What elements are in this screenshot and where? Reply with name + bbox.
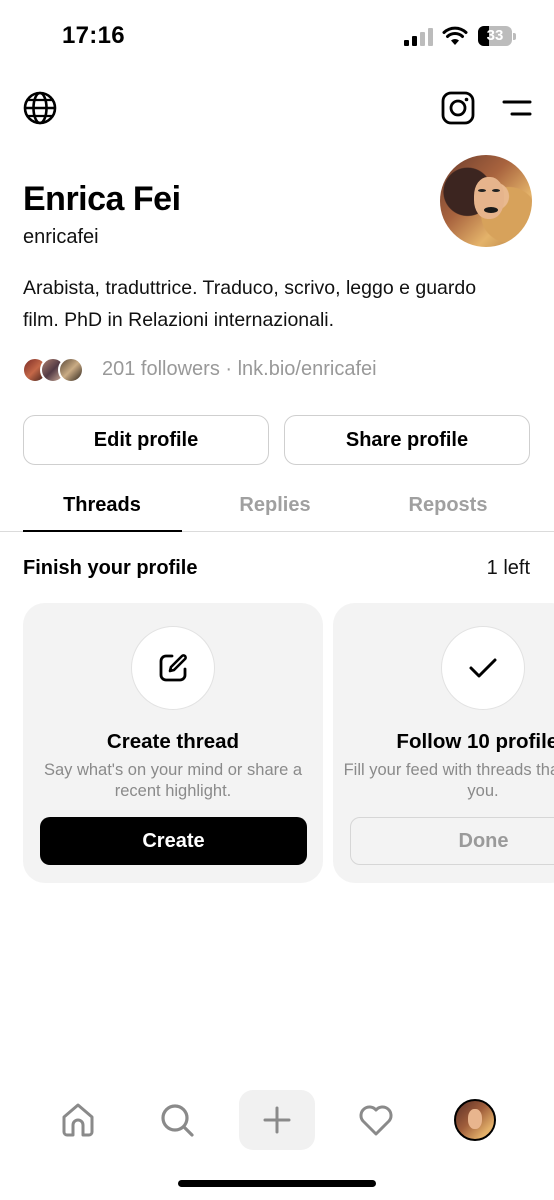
nav-activity[interactable] <box>346 1090 406 1150</box>
finish-profile-title: Finish your profile <box>23 557 198 579</box>
create-button[interactable]: Create <box>40 817 307 865</box>
heart-icon <box>359 1105 393 1136</box>
battery-icon: 33 <box>478 26 516 46</box>
globe-icon[interactable] <box>22 90 58 126</box>
plus-icon <box>263 1106 291 1134</box>
create-thread-card: Create thread Say what's on your mind or… <box>23 603 323 883</box>
tab-threads[interactable]: Threads <box>22 494 182 517</box>
profile-avatar[interactable] <box>440 155 532 247</box>
card-description: Say what's on your mind or share a recen… <box>43 761 303 800</box>
nav-profile[interactable] <box>445 1090 505 1150</box>
battery-level: 33 <box>486 27 504 44</box>
edit-profile-button[interactable]: Edit profile <box>23 415 269 465</box>
follow-profiles-card: Follow 10 profiles Fill your feed with t… <box>333 603 554 883</box>
tab-replies[interactable]: Replies <box>195 494 355 517</box>
nav-create[interactable] <box>239 1090 315 1150</box>
followers-text[interactable]: 201 followers · lnk.bio/enricafei <box>102 358 377 381</box>
nav-search[interactable] <box>147 1090 207 1150</box>
profile-bio: Arabista, traduttrice. Traduco, scrivo, … <box>23 277 477 331</box>
status-time: 17:16 <box>62 22 125 49</box>
finish-profile-count: 1 left <box>486 557 530 579</box>
profile-avatar <box>454 1099 496 1141</box>
follower-avatar <box>58 357 84 383</box>
compose-icon-circle <box>131 626 215 710</box>
compose-icon <box>159 654 187 682</box>
menu-icon[interactable] <box>502 97 532 119</box>
card-title: Create thread <box>106 730 240 753</box>
active-tab-indicator <box>23 530 182 532</box>
profile-tabs: Threads Replies Reposts <box>0 480 554 532</box>
instagram-icon[interactable] <box>440 90 476 126</box>
home-icon <box>62 1103 94 1137</box>
search-icon <box>161 1104 194 1137</box>
check-icon-circle <box>441 626 525 710</box>
profile-name: Enrica Fei <box>23 180 181 218</box>
card-title: Follow 10 profiles <box>396 730 554 753</box>
wifi-icon <box>442 26 468 45</box>
status-bar: 17:16 33 <box>0 0 554 70</box>
home-indicator <box>178 1180 376 1187</box>
share-profile-button[interactable]: Share profile <box>284 415 530 465</box>
check-icon <box>469 658 497 678</box>
bottom-nav <box>0 1085 554 1155</box>
done-button[interactable]: Done <box>350 817 554 865</box>
nav-home[interactable] <box>48 1090 108 1150</box>
card-description: Fill your feed with threads that interes… <box>343 761 554 800</box>
tab-reposts[interactable]: Reposts <box>368 494 528 517</box>
cellular-signal-icon <box>404 28 433 46</box>
profile-handle: enricafei <box>23 226 99 248</box>
